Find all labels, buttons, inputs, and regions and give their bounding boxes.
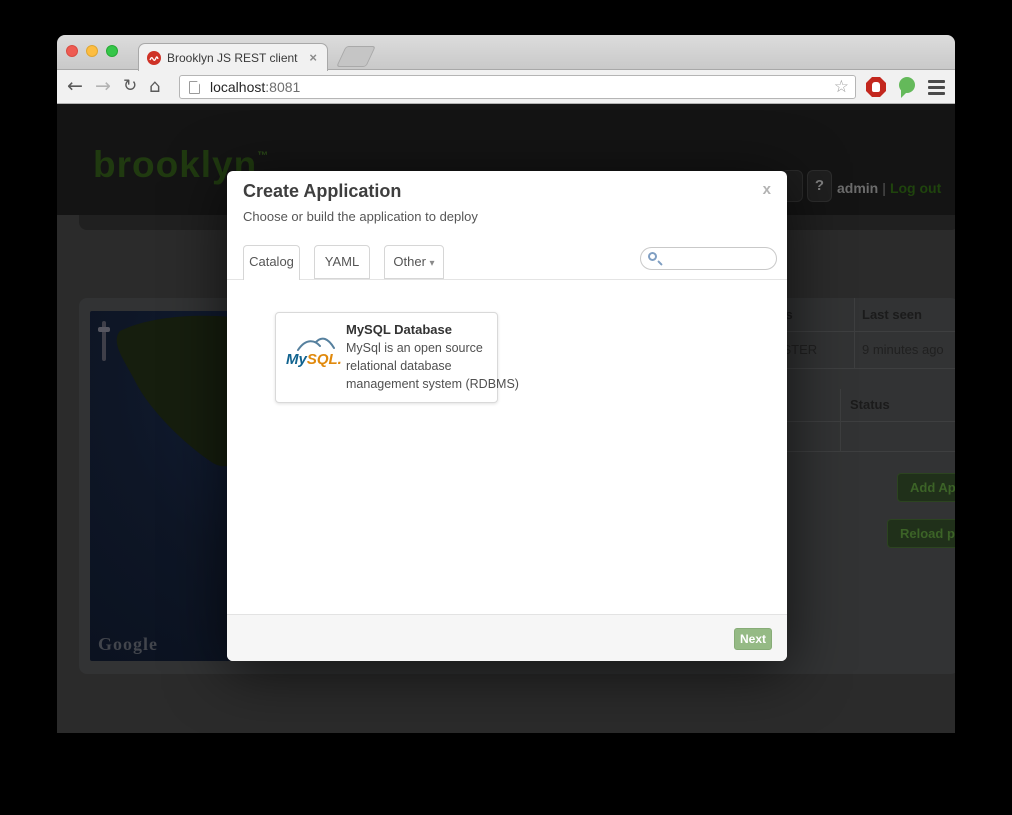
url-host: localhost [210,79,265,95]
table-divider [854,298,855,368]
server-last-seen-value: 9 minutes ago [862,342,944,357]
modal-title: Create Application [243,181,401,202]
logout-link[interactable]: Log out [890,180,941,196]
window-minimize-button[interactable] [86,45,98,57]
catalog-item-desc: relational database [346,359,452,373]
create-application-modal: Create Application Choose or build the a… [227,171,787,661]
search-icon [648,252,657,261]
next-button[interactable]: Next [734,628,772,650]
url-text[interactable]: localhost:8081 [210,79,300,95]
help-button[interactable]: ? [807,170,832,202]
address-bar[interactable]: localhost:8081 ☆ [179,75,856,99]
tabs-divider [227,279,787,280]
mysql-logo-icon: MySQL. [286,337,344,381]
forward-icon: → [95,74,111,99]
page-icon [189,81,200,94]
chevron-down-icon: ▾ [430,258,435,269]
table-divider [840,389,841,451]
google-watermark: Google [98,634,158,655]
hand-icon [872,82,880,92]
back-icon[interactable]: ← [67,74,83,99]
brooklyn-favicon-icon [147,51,161,65]
add-application-button[interactable]: Add App [897,473,955,502]
user-area: admin | Log out [837,180,941,196]
home-icon[interactable]: ⌂ [149,74,160,99]
catalog-item-mysql[interactable]: MySQL. MySQL Database MySql is an open s… [275,312,498,403]
server-col-last-seen: Last seen [862,307,922,322]
adblock-extension-icon[interactable] [866,77,886,97]
catalog-search-input[interactable] [665,250,771,267]
catalog-item-desc: management system (RDBMS) [346,377,519,391]
url-port: :8081 [265,79,300,95]
reload-icon[interactable]: ↻ [123,74,137,99]
tab-title: Brooklyn JS REST client [167,51,307,65]
mysql-logo-sql: SQL. [307,351,342,368]
separator: | [882,180,886,196]
mysql-logo-my: My [286,351,307,368]
modal-footer: Next [227,614,787,661]
bookmark-star-icon[interactable]: ☆ [834,77,849,97]
menu-icon[interactable] [928,80,945,98]
tab-yaml[interactable]: YAML [314,245,370,279]
tab-strip: Brooklyn JS REST client × [57,35,955,70]
map-zoom-knob[interactable] [98,327,110,332]
tab-catalog[interactable]: Catalog [243,245,300,280]
catalog-item-desc: MySql is an open source [346,341,483,355]
modal-subtitle: Choose or build the application to deplo… [243,209,478,224]
tab-other[interactable]: Other ▾ [384,245,444,279]
browser-toolbar: ← → ↻ ⌂ localhost:8081 ☆ [57,70,955,104]
screen-background: Brooklyn JS REST client × ← → ↻ ⌂ localh… [0,0,1012,815]
username-label: admin [837,180,878,196]
catalog-search-box[interactable] [640,247,777,270]
modal-close-icon[interactable]: x [763,181,771,198]
page-content: brooklyn™ ? admin | Log out [57,104,955,733]
reload-properties-button[interactable]: Reload pr [887,519,955,548]
tab-close-icon[interactable]: × [307,50,319,65]
window-close-button[interactable] [66,45,78,57]
browser-tab[interactable]: Brooklyn JS REST client × [138,43,328,71]
chat-extension-icon[interactable] [899,77,915,93]
new-tab-button[interactable] [336,46,376,67]
apps-col-status: Status [850,397,890,412]
catalog-item-title: MySQL Database [346,322,452,337]
window-zoom-button[interactable] [106,45,118,57]
browser-window: Brooklyn JS REST client × ← → ↻ ⌂ localh… [57,35,955,733]
trademark-label: ™ [257,150,268,162]
